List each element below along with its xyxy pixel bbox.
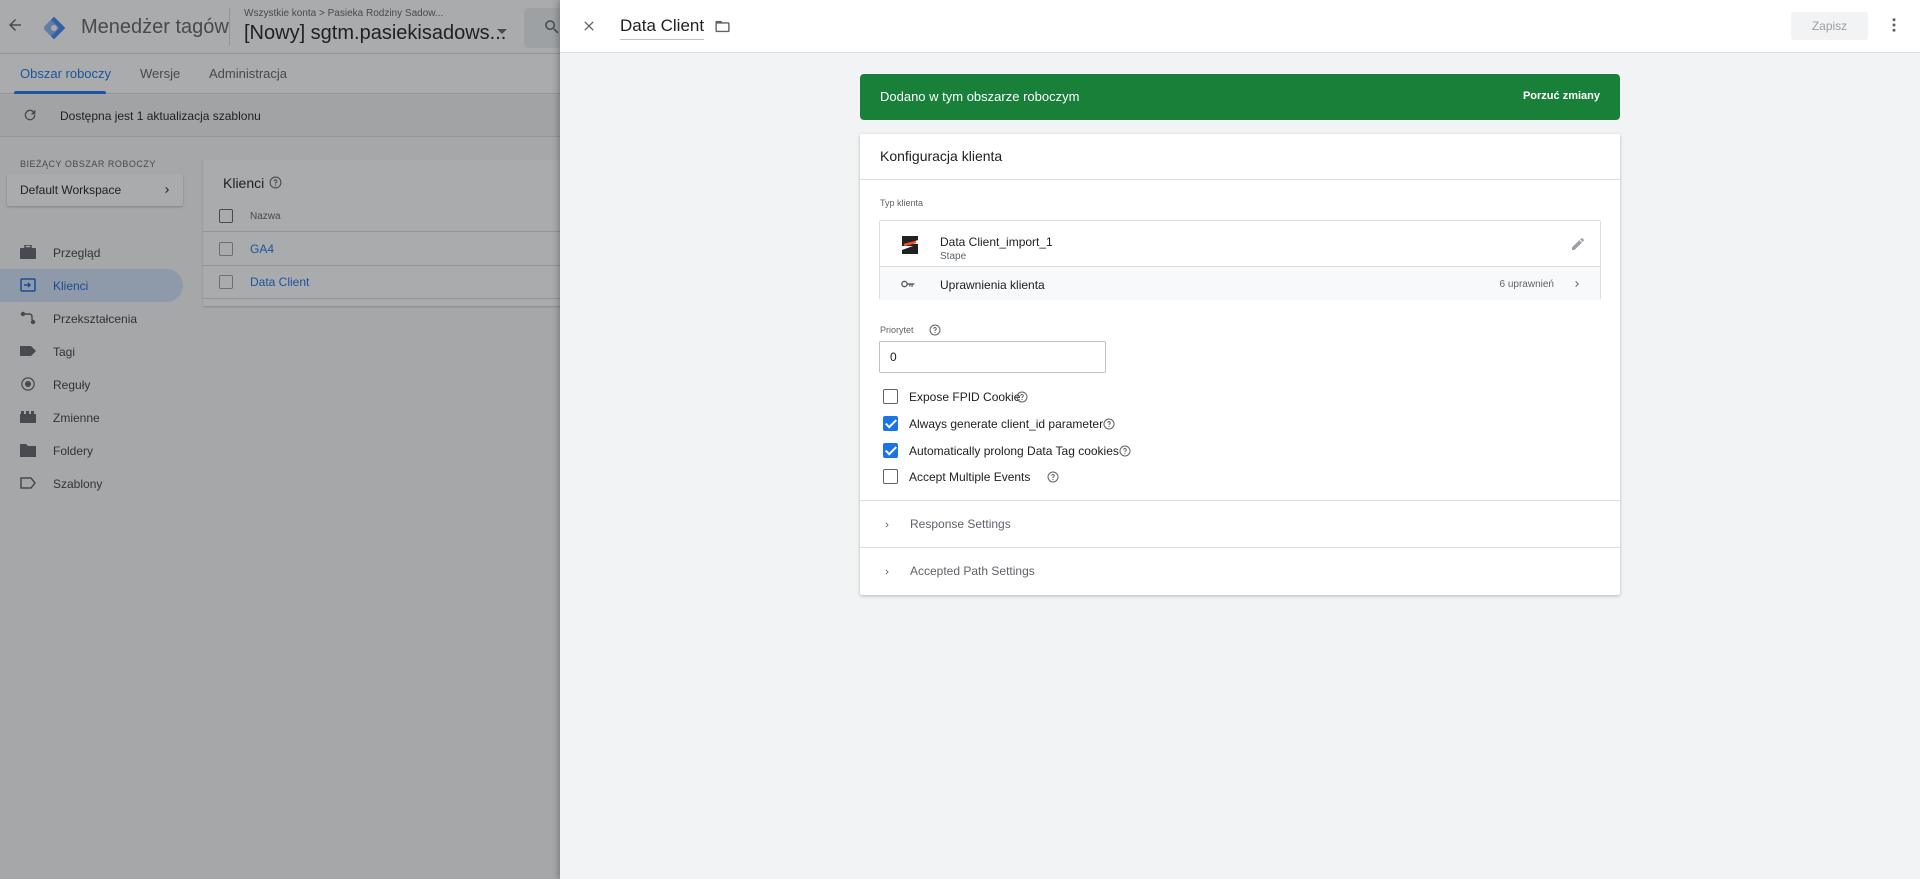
client-type-name[interactable]: Data Client_import_1 xyxy=(940,235,1053,249)
section-accepted-path-settings[interactable]: Accepted Path Settings xyxy=(860,548,1620,594)
priority-input[interactable] xyxy=(879,341,1106,373)
prolong-cookies-checkbox[interactable] xyxy=(883,443,898,458)
config-title: Konfiguracja klienta xyxy=(880,148,1003,164)
section-label: Accepted Path Settings xyxy=(910,564,1035,578)
chevron-right-icon xyxy=(885,522,889,528)
client-permissions-row[interactable]: Uprawnienia klienta 6 uprawnień xyxy=(880,266,1600,300)
discard-changes-button[interactable]: Porzuć zmiany xyxy=(1523,90,1600,102)
banner-text: Dodano w tym obszarze roboczym xyxy=(880,89,1080,104)
close-icon[interactable] xyxy=(581,18,597,34)
panel-header: Data Client Zapisz xyxy=(560,0,1920,53)
checkbox-label: Always generate client_id parameter xyxy=(909,417,1104,431)
generate-client-id-checkbox[interactable] xyxy=(883,416,898,431)
permissions-count: 6 uprawnień xyxy=(1499,279,1554,290)
stape-logo-icon xyxy=(902,236,918,254)
chevron-right-icon xyxy=(885,569,889,575)
help-icon[interactable] xyxy=(929,324,941,336)
modal-scrim[interactable] xyxy=(0,0,560,879)
help-icon[interactable] xyxy=(1103,418,1115,430)
checkbox-label: Automatically prolong Data Tag cookies xyxy=(909,444,1119,458)
edit-pencil-icon[interactable] xyxy=(1570,236,1586,252)
section-response-settings[interactable]: Response Settings xyxy=(860,501,1620,547)
divider xyxy=(860,179,1620,180)
client-type-box: Data Client_import_1 Stape Uprawnienia k… xyxy=(879,220,1601,300)
checkbox-label: Expose FPID Cookie xyxy=(909,390,1021,404)
help-icon[interactable] xyxy=(1016,391,1028,403)
expose-fpid-checkbox[interactable] xyxy=(883,389,898,404)
section-label: Response Settings xyxy=(910,517,1011,531)
client-name-title[interactable]: Data Client xyxy=(620,16,705,40)
priority-label: Priorytet xyxy=(880,325,914,335)
key-icon xyxy=(901,280,915,288)
client-type-label: Typ klienta xyxy=(880,198,924,208)
help-icon[interactable] xyxy=(1047,471,1059,483)
client-type-vendor: Stape xyxy=(940,251,967,262)
help-icon[interactable] xyxy=(1119,445,1131,457)
folder-icon[interactable] xyxy=(714,18,731,35)
save-button[interactable]: Zapisz xyxy=(1791,12,1868,40)
client-edit-panel: Data Client Zapisz Dodano w tym obszarze… xyxy=(560,0,1920,879)
checkbox-label: Accept Multiple Events xyxy=(909,470,1031,484)
accept-multiple-events-checkbox[interactable] xyxy=(883,469,898,484)
more-vert-icon[interactable] xyxy=(1885,16,1903,34)
workspace-status-banner: Dodano w tym obszarze roboczym Porzuć zm… xyxy=(860,74,1620,120)
client-config-card: Konfiguracja klienta Typ klienta Data Cl… xyxy=(860,134,1620,595)
chevron-right-icon xyxy=(1575,281,1579,287)
permissions-label: Uprawnienia klienta xyxy=(940,278,1045,292)
